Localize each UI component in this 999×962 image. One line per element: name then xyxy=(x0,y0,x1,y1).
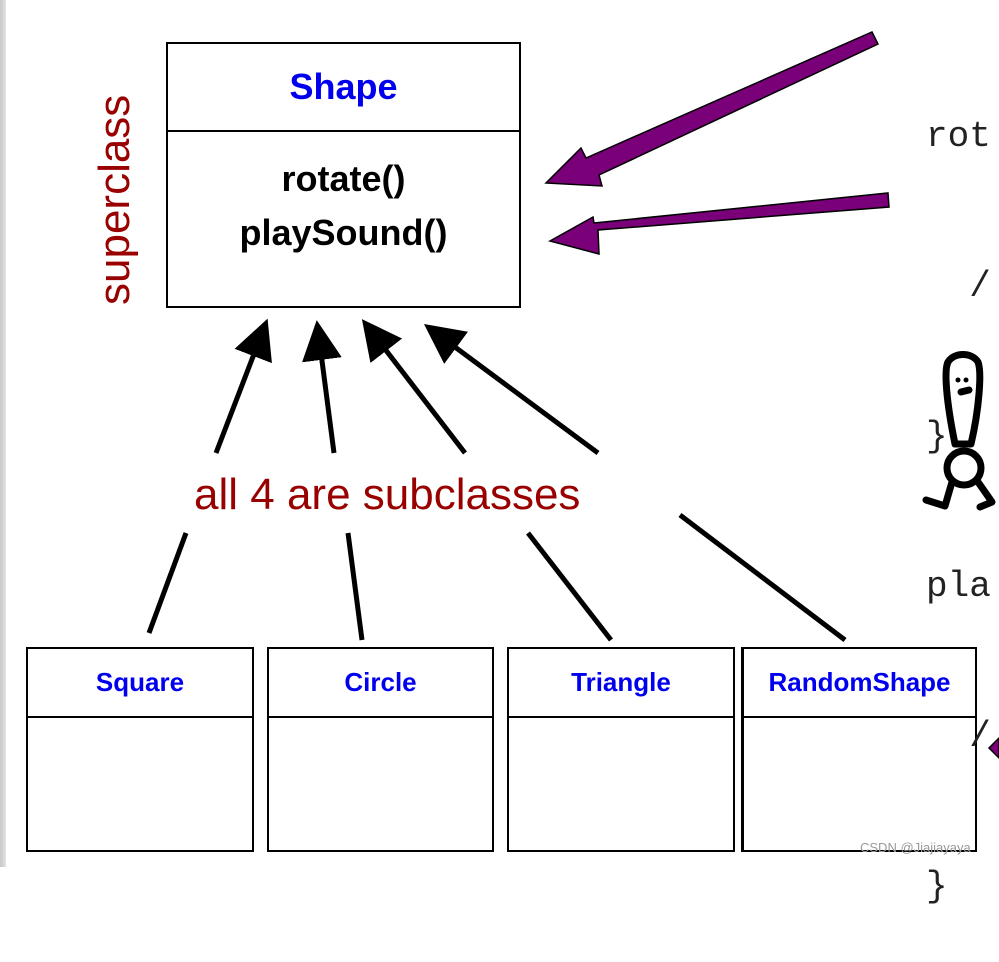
inheritance-arrow-circle xyxy=(302,320,342,454)
override-arrow-rotate xyxy=(544,31,880,187)
inheritance-line-triangle-lower xyxy=(526,531,613,642)
inheritance-line-randomshape-lower xyxy=(678,513,847,642)
inheritance-arrow-square xyxy=(213,318,272,454)
code-line: } xyxy=(926,866,948,907)
stick-figure-eye xyxy=(963,377,969,383)
inheritance-arrow-randomshape xyxy=(423,324,600,456)
inheritance-line-circle-lower xyxy=(345,532,365,641)
stick-figure-eye xyxy=(955,377,961,383)
arrows-layer xyxy=(146,31,999,760)
override-arrow-playsound xyxy=(548,192,890,255)
inheritance-line-square-lower xyxy=(146,532,189,634)
watermark: CSDN @Jiajiayaya xyxy=(860,840,971,855)
stick-figure-icon xyxy=(922,351,996,511)
override-arrow-partial xyxy=(987,736,999,760)
